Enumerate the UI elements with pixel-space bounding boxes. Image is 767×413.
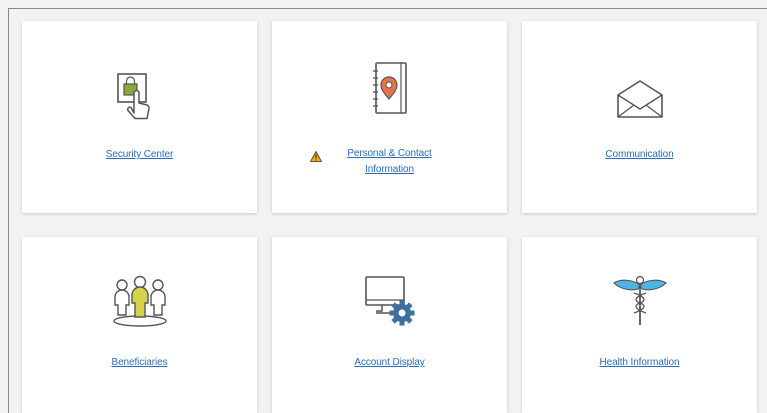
communication-link[interactable]: Communication (522, 147, 757, 163)
tile-personal-contact-information[interactable]: Personal & Contact Information (272, 21, 507, 213)
tiles-container: Security Center Personal & Contact Infor… (8, 8, 767, 413)
personal-contact-information-link[interactable]: Personal & Contact Information (330, 146, 450, 178)
lock-touch-icon (116, 73, 150, 120)
personal-contact-link-wrap: Personal & Contact Information (272, 146, 507, 178)
tile-account-display[interactable]: Account Display (272, 237, 507, 413)
monitor-gear-icon (364, 276, 414, 326)
account-display-link[interactable]: Account Display (272, 355, 507, 371)
health-information-link[interactable]: Health Information (522, 355, 757, 371)
beneficiaries-link[interactable]: Beneficiaries (22, 355, 257, 371)
tile-health-information[interactable]: Health Information (522, 237, 757, 413)
address-book-pin-icon (372, 62, 407, 114)
people-group-icon (112, 275, 167, 327)
caduceus-icon (612, 275, 667, 325)
tile-security-center[interactable]: Security Center (22, 21, 257, 213)
security-center-link[interactable]: Security Center (22, 147, 257, 163)
tile-communication[interactable]: Communication (522, 21, 757, 213)
tile-beneficiaries[interactable]: Beneficiaries (22, 237, 257, 413)
envelope-open-icon (616, 80, 663, 118)
